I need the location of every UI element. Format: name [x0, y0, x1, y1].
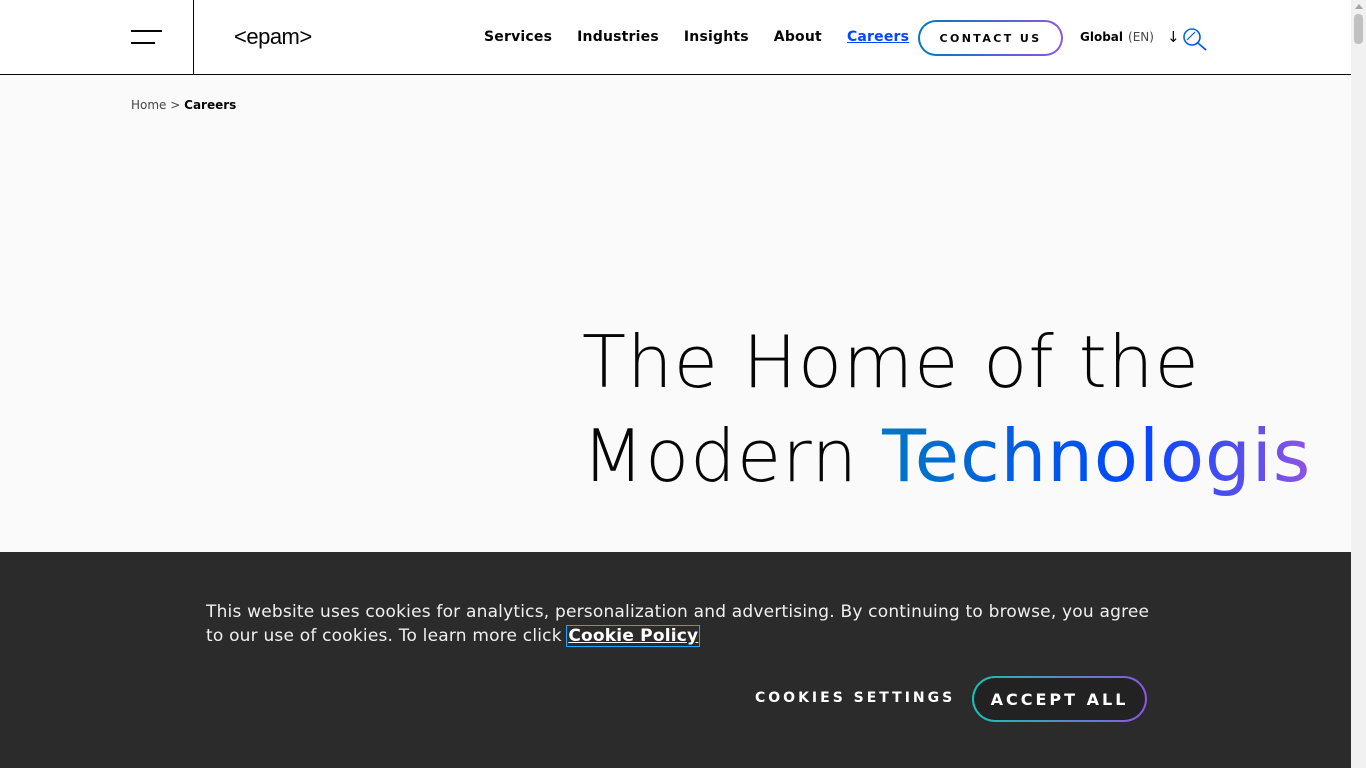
- hero-highlight-word: Technologis: [882, 414, 1312, 498]
- nav-about[interactable]: About: [774, 28, 822, 48]
- breadcrumb-separator: >: [170, 98, 181, 112]
- hero-line-1: The Home of the: [582, 320, 1200, 404]
- hamburger-menu-icon[interactable]: [131, 30, 163, 44]
- scroll-up-arrow-icon[interactable]: [1355, 4, 1363, 9]
- hero-line-2-plain: Modern: [582, 414, 883, 498]
- hero-line-2: Modern Technologis: [582, 409, 1351, 503]
- scrollbar-thumb[interactable]: [1354, 14, 1363, 44]
- language-label: (EN): [1128, 30, 1154, 44]
- menu-zone: [0, 0, 194, 74]
- region-label: Global: [1080, 30, 1124, 44]
- nav-careers[interactable]: Careers: [847, 28, 909, 48]
- contact-us-button[interactable]: CONTACT US: [918, 20, 1063, 56]
- cookie-policy-link[interactable]: Cookie Policy: [566, 625, 701, 647]
- locale-selector[interactable]: Global (EN) ↓: [1080, 28, 1180, 46]
- breadcrumb-home[interactable]: Home: [131, 98, 166, 112]
- page-scrollbar[interactable]: [1351, 0, 1366, 768]
- nav-insights[interactable]: Insights: [684, 28, 749, 48]
- nav-services[interactable]: Services: [484, 28, 552, 48]
- cookies-settings-button[interactable]: COOKIES SETTINGS: [755, 690, 955, 706]
- site-header: <epam> Services Industries Insights Abou…: [0, 0, 1351, 75]
- hero-title: The Home of the Modern Technologis: [582, 315, 1351, 503]
- accept-all-label: ACCEPT ALL: [974, 678, 1145, 720]
- cookie-banner: This website uses cookies for analytics,…: [0, 552, 1351, 768]
- breadcrumb: Home > Careers: [131, 98, 236, 112]
- nav-industries[interactable]: Industries: [577, 28, 659, 48]
- contact-us-label: CONTACT US: [920, 22, 1061, 54]
- main-nav: Services Industries Insights About Caree…: [484, 28, 934, 48]
- cookie-message: This website uses cookies for analytics,…: [206, 600, 1156, 648]
- accept-all-button[interactable]: ACCEPT ALL: [972, 676, 1147, 722]
- epam-logo[interactable]: <epam>: [234, 25, 312, 49]
- breadcrumb-current: Careers: [184, 98, 237, 112]
- arrow-down-icon: ↓: [1166, 28, 1180, 46]
- search-icon[interactable]: [1182, 27, 1208, 51]
